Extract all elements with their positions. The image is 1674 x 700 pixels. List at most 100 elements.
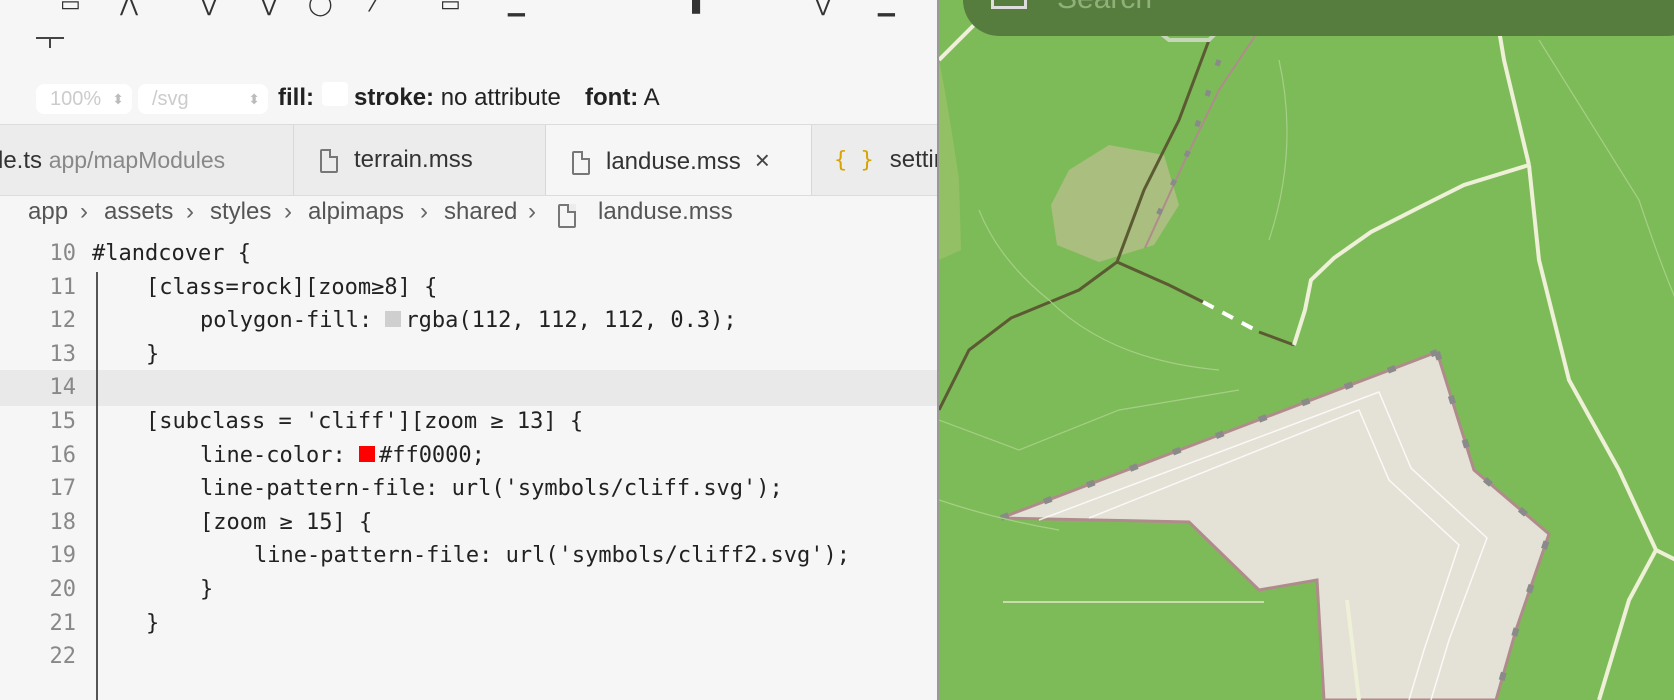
- tab-path: app/mapModules: [48, 147, 226, 173]
- stroke-attribute: stroke: no attribute: [354, 82, 561, 114]
- line-number: 19: [49, 543, 77, 569]
- line-number: 18: [49, 509, 77, 535]
- tab-label: landuse.mss: [606, 148, 741, 175]
- toolbar-icon[interactable]: ◯: [308, 0, 333, 17]
- code-line[interactable]: 13}: [0, 337, 937, 373]
- code-line[interactable]: 10 #landcover {: [0, 236, 937, 272]
- breadcrumb-item[interactable]: assets: [104, 198, 173, 226]
- font-value: A: [643, 84, 660, 111]
- line-number: 20: [49, 577, 77, 602]
- path-select-value: /svg: [152, 88, 189, 110]
- css-property: line-color:: [200, 442, 346, 468]
- code-text: #landcover {: [92, 241, 251, 266]
- code-text: }: [200, 577, 214, 602]
- stroke-label: stroke:: [354, 84, 435, 111]
- code-text: }: [146, 610, 160, 636]
- indent-guide: [96, 272, 98, 700]
- fill-attribute: fill:: [278, 82, 314, 114]
- code-line[interactable]: 14: [0, 370, 937, 407]
- toolbar-icon[interactable]: ⋁: [260, 0, 278, 17]
- code-text: line-color: #ff0000;: [200, 438, 485, 474]
- code-text: [zoom ≥ 15] {: [200, 509, 373, 535]
- tab-label: settin: [889, 146, 937, 173]
- svg-attribute-bar: 100% ⬍ /svg ⬍ fill: stroke: no attribute…: [0, 76, 937, 118]
- line-number: 21: [49, 610, 77, 636]
- breadcrumb: app › assets › styles › alpimaps › share…: [0, 196, 937, 236]
- file-icon: [558, 204, 576, 228]
- toolbar-icon[interactable]: ⋁: [200, 0, 218, 17]
- css-value: rgba(112, 112, 112, 0.3);: [405, 308, 737, 334]
- css-value: #ff0000;: [378, 442, 485, 468]
- code-text: line-pattern-file: url('symbols/cliff.sv…: [200, 476, 783, 502]
- map-view[interactable]: Search: [937, 0, 1674, 700]
- chevron-right-icon: ›: [528, 198, 536, 225]
- line-number: 16: [49, 442, 77, 468]
- file-icon: [572, 150, 590, 175]
- breadcrumb-item[interactable]: styles: [210, 198, 271, 226]
- stroke-value: no attribute: [440, 84, 561, 111]
- chevron-updown-icon: ⬍: [248, 91, 260, 107]
- line-number: 10: [49, 241, 77, 266]
- line-number: 14: [49, 375, 77, 401]
- toolbar-icon[interactable]: ▁: [508, 0, 525, 17]
- tab-terrain-mss[interactable]: terrain.mss: [294, 125, 546, 195]
- line-number: 13: [49, 341, 77, 367]
- code-line[interactable]: 21}: [0, 606, 937, 642]
- chevron-updown-icon: ⬍: [112, 91, 124, 107]
- tab-module-ts[interactable]: le.ts app/mapModules: [0, 125, 294, 195]
- font-label: font:: [585, 84, 639, 111]
- code-text: line-pattern-file: url('symbols/cliff2.s…: [254, 543, 851, 569]
- json-braces-icon: { }: [834, 148, 874, 173]
- toolbar-icon[interactable]: ▮: [690, 0, 702, 17]
- code-line[interactable]: 16 line-color: #ff0000;: [0, 438, 937, 474]
- breadcrumb-item[interactable]: shared: [444, 198, 517, 226]
- tab-label: le.ts: [0, 147, 43, 174]
- line-number: 11: [49, 274, 77, 300]
- code-line[interactable]: 22: [0, 639, 937, 675]
- breadcrumb-item[interactable]: alpimaps: [308, 198, 404, 226]
- code-line[interactable]: 18 [zoom ≥ 15] {: [0, 505, 937, 541]
- toolbar-icon[interactable]: ▭: [60, 0, 81, 17]
- chevron-right-icon: ›: [80, 198, 88, 225]
- file-icon: [320, 148, 338, 173]
- chevron-right-icon: ›: [186, 198, 194, 225]
- toolbar-icon[interactable]: ⋀: [120, 0, 138, 17]
- line-number: 15: [49, 409, 77, 434]
- toolbar-icon[interactable]: ⁄: [372, 0, 376, 17]
- tab-label: terrain.mss: [354, 146, 473, 173]
- code-line[interactable]: 12 polygon-fill: rgba(112, 112, 112, 0.3)…: [0, 303, 937, 339]
- code-line[interactable]: 17 line-pattern-file: url('symbols/cliff.…: [0, 471, 937, 507]
- fill-label: fill:: [278, 84, 314, 111]
- toolbar-icon[interactable]: ▭: [440, 0, 461, 17]
- code-text: [class=rock][zoom≥8] {: [146, 274, 438, 300]
- font-attribute: font: A: [585, 82, 660, 114]
- toolbar-icon[interactable]: ⋁: [814, 0, 832, 17]
- fill-color-swatch[interactable]: [322, 82, 348, 106]
- code-line[interactable]: 19 line-pattern-file: url('symbols/cliff2…: [0, 538, 937, 574]
- color-swatch[interactable]: [358, 445, 375, 462]
- code-line[interactable]: 20}: [0, 572, 937, 608]
- code-text: polygon-fill: rgba(112, 112, 112, 0.3);: [200, 303, 737, 339]
- search-placeholder: Search: [1057, 0, 1152, 16]
- code-line[interactable]: 15 [subclass = 'cliff'][zoom ≥ 13] {: [0, 404, 937, 440]
- zoom-select-value: 100%: [50, 88, 102, 110]
- menu-icon[interactable]: [991, 0, 1027, 9]
- editor-tabs: le.ts app/mapModules terrain.mss landuse…: [0, 124, 937, 196]
- chevron-right-icon: ›: [284, 198, 292, 225]
- close-icon[interactable]: ×: [755, 125, 770, 195]
- code-area[interactable]: 10 #landcover { 11 [class=rock][zoom≥8] { 12…: [0, 236, 937, 700]
- path-select[interactable]: /svg ⬍: [138, 84, 268, 114]
- breadcrumb-item[interactable]: app: [28, 198, 68, 226]
- zoom-select[interactable]: 100% ⬍: [36, 84, 132, 114]
- code-text: [subclass = 'cliff'][zoom ≥ 13] {: [146, 409, 584, 434]
- pin-icon[interactable]: [34, 28, 66, 50]
- breadcrumb-item[interactable]: landuse.mss: [598, 198, 733, 226]
- code-line[interactable]: 11 [class=rock][zoom≥8] {: [0, 270, 937, 306]
- chevron-right-icon: ›: [420, 198, 428, 225]
- toolbar-icon[interactable]: ▁: [878, 0, 895, 17]
- editor-toolbar: ▭ ⋀ ⋁ ⋁ ◯ ⁄ ▭ ▁ ▮ ⋁ ▁: [0, 0, 937, 70]
- tab-landuse-mss[interactable]: landuse.mss ×: [546, 125, 812, 195]
- tab-settings[interactable]: { } settin: [812, 125, 937, 195]
- color-swatch[interactable]: [385, 311, 402, 328]
- map-canvas[interactable]: [939, 0, 1674, 700]
